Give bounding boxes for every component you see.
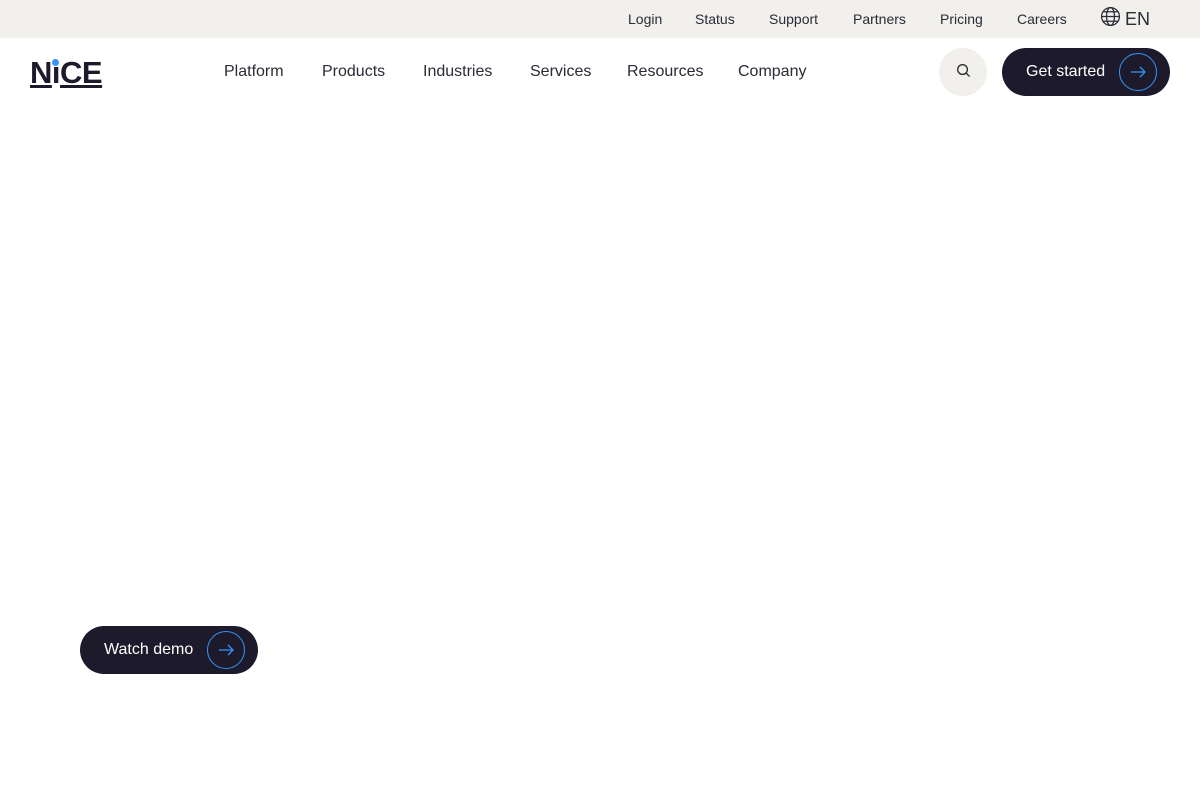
get-started-button[interactable]: Get started [1002, 48, 1170, 96]
nav-item-resources[interactable]: Resources [627, 58, 703, 86]
utility-link-login[interactable]: Login [628, 0, 662, 38]
logo-text-n: N [30, 55, 52, 90]
get-started-label: Get started [1026, 63, 1106, 80]
language-selector[interactable]: EN [1100, 0, 1150, 38]
arrow-right-icon [207, 631, 246, 669]
utility-link-status[interactable]: Status [695, 0, 735, 38]
utility-bar: Login Status Support Partners Pricing Ca… [0, 0, 1200, 38]
search-icon [956, 63, 971, 81]
language-code: EN [1125, 8, 1151, 29]
logo-text-ce: CE [60, 55, 103, 90]
utility-link-partners[interactable]: Partners [853, 0, 906, 38]
utility-link-pricing[interactable]: Pricing [940, 0, 983, 38]
utility-link-careers[interactable]: Careers [1017, 0, 1067, 38]
search-button[interactable] [939, 48, 987, 96]
watch-demo-label: Watch demo [104, 641, 194, 658]
globe-icon [1100, 6, 1121, 32]
logo-text-i: i [51, 55, 61, 90]
nav-item-services[interactable]: Services [530, 58, 591, 86]
watch-demo-button[interactable]: Watch demo [80, 626, 258, 674]
nav-item-industries[interactable]: Industries [423, 58, 492, 86]
utility-link-support[interactable]: Support [769, 0, 818, 38]
nav-item-company[interactable]: Company [738, 58, 806, 86]
nav-item-platform[interactable]: Platform [224, 58, 284, 86]
arrow-right-icon [1119, 53, 1158, 91]
nav-item-products[interactable]: Products [322, 58, 385, 86]
nice-logo[interactable]: NiCE [30, 55, 103, 90]
